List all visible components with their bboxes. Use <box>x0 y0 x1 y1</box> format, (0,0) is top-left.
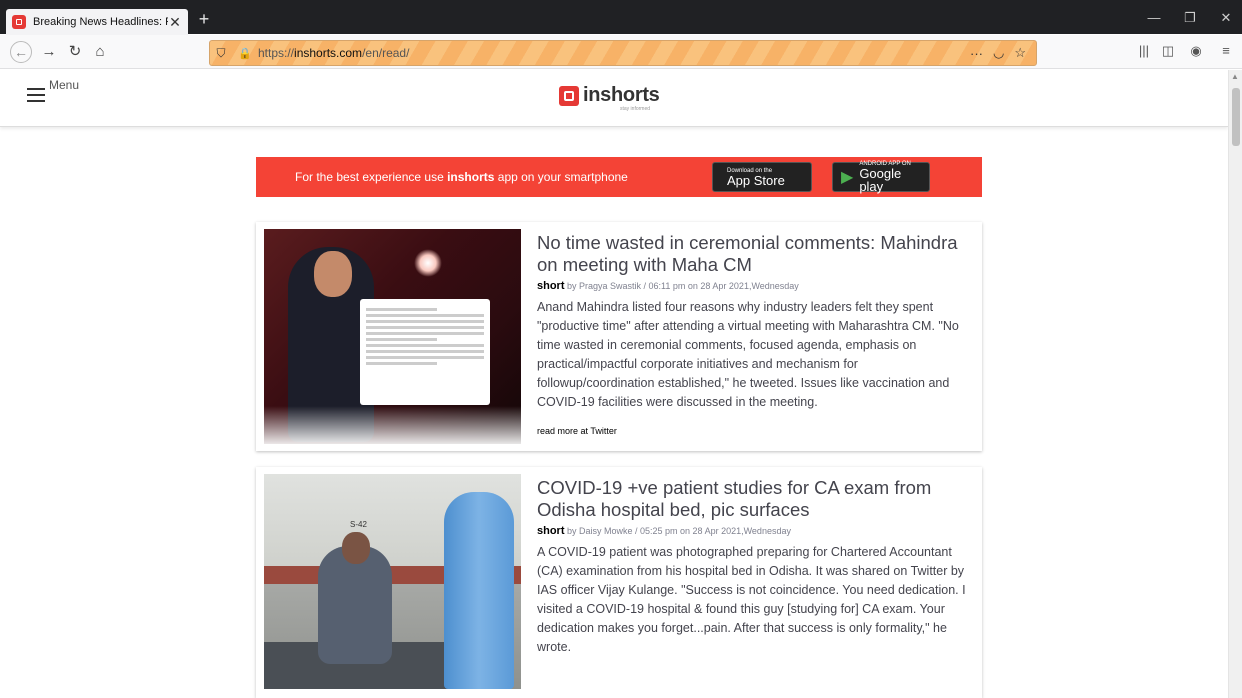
news-card: No time wasted in ceremonial comments: M… <box>256 222 982 451</box>
play-store-icon: ▶ <box>841 169 854 186</box>
app-store-button[interactable]: Download on the App Store <box>712 162 812 192</box>
tab-title: Breaking News Headlines: Read <box>33 16 168 28</box>
library-icon[interactable]: ||| <box>1134 43 1154 58</box>
google-play-button[interactable]: ▶ ANDROID APP ON Google play <box>832 161 930 193</box>
reload-button[interactable]: ↻ <box>64 42 86 62</box>
logo-tagline: stay informed <box>620 106 651 112</box>
forward-button[interactable]: → <box>38 42 60 62</box>
site-header: Menu inshorts stay informed <box>0 70 1228 127</box>
scroll-thumb[interactable] <box>1232 88 1240 146</box>
inshorts-logo-icon <box>559 85 579 106</box>
article-image[interactable] <box>264 229 521 444</box>
inshorts-favicon-icon <box>12 15 26 29</box>
tab-close-icon[interactable]: ✕ <box>168 14 182 31</box>
article-body: A COVID-19 patient was photographed prep… <box>537 545 966 654</box>
hamburger-menu-icon[interactable] <box>27 88 45 102</box>
app-menu-icon[interactable]: ≡ <box>1216 43 1236 58</box>
scroll-up-icon[interactable]: ▲ <box>1231 72 1239 81</box>
tweet-screenshot <box>360 299 490 405</box>
article-body: Anand Mahindra listed four reasons why i… <box>537 300 959 409</box>
restore-icon[interactable]: ❐ <box>1180 10 1200 26</box>
article-image[interactable]: S-42 <box>264 474 521 689</box>
url-text[interactable]: https://inshorts.com/en/read/ <box>258 46 970 60</box>
page-scrollbar[interactable]: ▲ <box>1228 70 1242 698</box>
account-icon[interactable]: ◉ <box>1186 43 1206 59</box>
minimize-icon[interactable]: — <box>1144 10 1164 25</box>
sidebar-icon[interactable]: ◫ <box>1158 43 1178 59</box>
browser-tab[interactable]: Breaking News Headlines: Read ✕ <box>6 9 188 35</box>
home-button[interactable]: ⌂ <box>89 42 111 62</box>
window-close-icon[interactable]: ✕ <box>1216 10 1236 26</box>
article-byline: short by Daisy Mowke / 05:25 pm on 28 Ap… <box>537 525 791 537</box>
article-headline[interactable]: No time wasted in ceremonial comments: M… <box>537 232 967 276</box>
app-promo-banner: For the best experience use inshorts app… <box>256 157 982 197</box>
news-card: S-42 COVID-19 +ve patient studies for CA… <box>256 467 982 698</box>
page-actions-icon[interactable]: ··· <box>970 46 983 61</box>
menu-label[interactable]: Menu <box>49 78 79 92</box>
back-button[interactable]: ← <box>10 41 32 63</box>
pocket-icon[interactable]: ◡ <box>993 45 1004 61</box>
banner-message: For the best experience use inshorts app… <box>295 170 628 184</box>
new-tab-button[interactable]: + <box>194 9 214 29</box>
read-more-link[interactable]: read more at Twitter <box>537 426 967 436</box>
browser-tab-bar: Breaking News Headlines: Read ✕ + — ❐ ✕ <box>0 0 1242 35</box>
address-bar[interactable]: ⛉ 🔒 https://inshorts.com/en/read/ ··· ◡ … <box>209 40 1037 66</box>
site-logo[interactable]: inshorts <box>559 84 660 107</box>
bookmark-star-icon[interactable]: ☆ <box>1014 45 1026 61</box>
tracking-shield-icon[interactable]: ⛉ <box>210 46 232 61</box>
lock-icon[interactable]: 🔒 <box>232 47 258 60</box>
page-viewport: Menu inshorts stay informed For the best… <box>0 70 1228 698</box>
article-byline: short by Pragya Swastik / 06:11 pm on 28… <box>537 280 799 292</box>
browser-nav-bar: ← → ↻ ⌂ ⛉ 🔒 https://inshorts.com/en/read… <box>0 35 1242 69</box>
article-headline[interactable]: COVID-19 +ve patient studies for CA exam… <box>537 477 967 521</box>
